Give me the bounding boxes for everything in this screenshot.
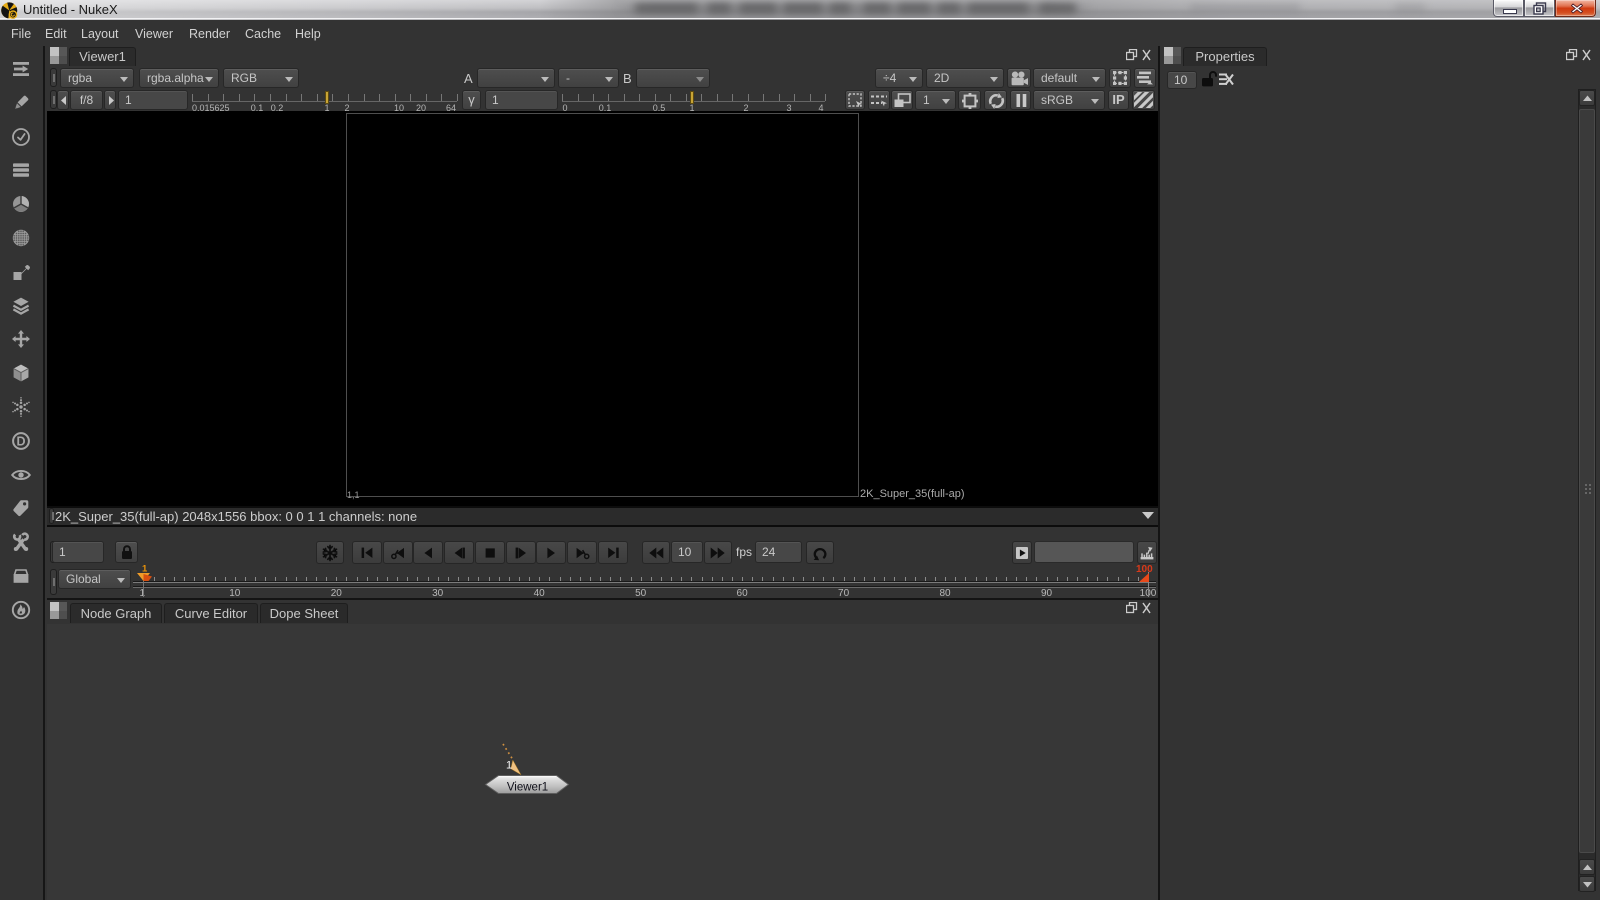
svg-text:Viewer1: Viewer1: [507, 782, 548, 794]
svg-text:1: 1: [506, 760, 512, 772]
svg-text:D: D: [16, 434, 25, 448]
svg-text:1: 1: [142, 564, 148, 575]
